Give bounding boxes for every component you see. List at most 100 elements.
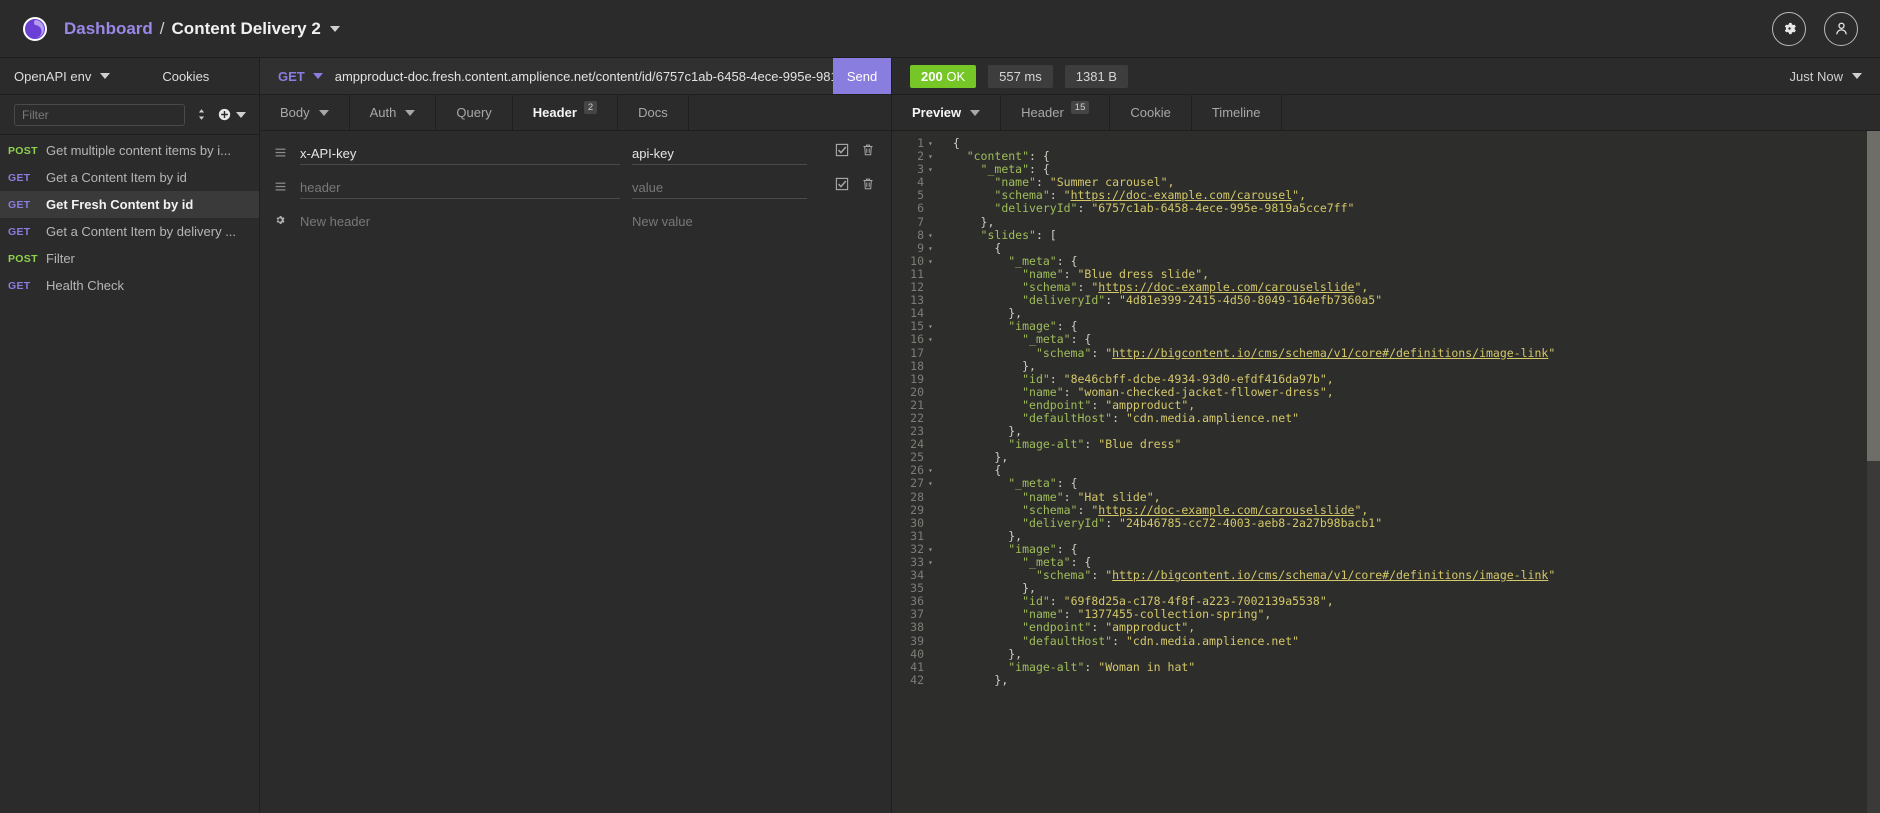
json-url-link[interactable]: http://bigcontent.io/cms/schema/v1/core#…: [1112, 346, 1548, 360]
json-url-link[interactable]: https://doc-example.com/carousel: [1071, 188, 1293, 202]
account-button[interactable]: [1824, 11, 1858, 46]
header-key-input[interactable]: header: [300, 173, 620, 199]
line-number: 41: [910, 659, 924, 674]
json-string: "1377455-collection-spring",: [1077, 607, 1272, 622]
tab-timeline[interactable]: Timeline: [1192, 95, 1282, 130]
list-item-label: Get multiple content items by i...: [46, 143, 231, 158]
json-url-link[interactable]: https://doc-example.com/carouselslide: [1098, 503, 1354, 517]
tab-preview[interactable]: Preview: [892, 95, 1002, 130]
json-punct: {: [994, 463, 1002, 478]
sort-updown-icon[interactable]: [195, 107, 208, 122]
trash-icon[interactable]: [861, 177, 875, 196]
fold-toggle-icon[interactable]: ▾: [928, 464, 939, 477]
json-url-link[interactable]: https://doc-example.com/carouselslide: [1098, 280, 1354, 294]
json-key: "endpoint": [1022, 397, 1092, 412]
tab-header[interactable]: Header 2: [512, 95, 619, 130]
add-request-button[interactable]: [218, 108, 246, 121]
fold-toggle-icon[interactable]: ▾: [928, 255, 939, 268]
drag-handle-icon[interactable]: [274, 146, 300, 159]
list-item[interactable]: GET Health Check: [0, 272, 259, 299]
status-text: OK: [946, 68, 966, 84]
tab-auth[interactable]: Auth: [350, 95, 437, 130]
tab-response-header-badge: 15: [1070, 101, 1090, 114]
json-string: "Woman in hat": [1098, 659, 1196, 674]
list-item-selected[interactable]: GET Get Fresh Content by id: [0, 191, 259, 218]
checkbox-checked-icon[interactable]: [835, 177, 849, 196]
method-selector[interactable]: GET: [260, 58, 335, 94]
line-number: 27: [910, 476, 924, 491]
list-item[interactable]: POST Get multiple content items by i...: [0, 137, 259, 164]
url-input[interactable]: ampproduct-doc.fresh.content.amplience.n…: [335, 58, 833, 94]
fold-toggle-icon[interactable]: ▾: [928, 333, 939, 346]
json-string: ",: [1292, 188, 1306, 203]
tab-query[interactable]: Query: [436, 95, 513, 130]
header-value-input[interactable]: api-key: [632, 139, 807, 165]
trash-icon[interactable]: [861, 143, 875, 162]
send-button[interactable]: Send: [833, 58, 891, 94]
header-value-input[interactable]: value: [632, 173, 807, 199]
code-line: 41 "image-alt": "Woman in hat": [892, 659, 1880, 674]
new-header-value-input[interactable]: New value: [632, 207, 807, 233]
breadcrumb-current[interactable]: Content Delivery 2: [172, 19, 321, 39]
fold-toggle-icon[interactable]: ▾: [928, 477, 939, 490]
new-header-key-input[interactable]: New header: [300, 207, 620, 233]
header-row: x-API-key api-key: [260, 135, 891, 169]
fold-toggle-icon[interactable]: ▾: [928, 543, 939, 556]
tab-cookie[interactable]: Cookie: [1110, 95, 1192, 130]
fold-toggle-icon[interactable]: ▾: [928, 150, 939, 163]
fold-toggle-icon[interactable]: ▾: [928, 242, 939, 255]
breadcrumb-dashboard-link[interactable]: Dashboard: [64, 19, 153, 39]
header-key-input[interactable]: x-API-key: [300, 139, 620, 165]
request-pane: GET ampproduct-doc.fresh.content.amplien…: [260, 58, 892, 813]
json-key: "slides": [980, 227, 1036, 242]
chevron-down-icon[interactable]: [329, 25, 340, 32]
list-item[interactable]: GET Get a Content Item by delivery ...: [0, 218, 259, 245]
line-number: 16: [910, 332, 924, 347]
fold-toggle-icon[interactable]: ▾: [928, 229, 939, 242]
json-punct: :: [1112, 633, 1126, 648]
json-punct: :: [1049, 371, 1064, 386]
list-item[interactable]: GET Get a Content Item by id: [0, 164, 259, 191]
breadcrumb: Dashboard / Content Delivery 2: [64, 19, 340, 39]
tab-response-header[interactable]: Header 15: [1001, 95, 1111, 130]
json-key: "schema": [1022, 280, 1078, 295]
line-number: 38: [910, 620, 924, 635]
tab-docs[interactable]: Docs: [618, 95, 689, 130]
json-key: "schema": [994, 188, 1050, 203]
scrollbar-thumb[interactable]: [1867, 131, 1880, 461]
json-punct: :: [1077, 280, 1092, 295]
environment-selector[interactable]: OpenAPI env: [14, 69, 111, 84]
fold-toggle-icon[interactable]: ▾: [928, 137, 939, 150]
gear-icon[interactable]: [274, 214, 300, 226]
drag-handle-icon[interactable]: [274, 180, 300, 193]
tab-docs-label: Docs: [638, 105, 668, 120]
checkbox-checked-icon[interactable]: [835, 143, 849, 162]
list-item-label: Filter: [46, 251, 75, 266]
fold-toggle-icon[interactable]: ▾: [928, 320, 939, 333]
json-punct: : {: [1056, 253, 1078, 268]
vertical-scrollbar[interactable]: [1867, 131, 1880, 813]
json-punct: :: [1063, 607, 1078, 622]
cookies-button[interactable]: Cookies: [162, 69, 209, 84]
json-punct: :: [1091, 345, 1106, 360]
line-number: 6: [917, 201, 924, 216]
response-history-selector[interactable]: Just Now: [1790, 69, 1862, 84]
settings-button[interactable]: [1772, 11, 1806, 46]
list-item[interactable]: POST Filter: [0, 245, 259, 272]
json-key: "defaultHost": [1022, 633, 1113, 648]
tab-body[interactable]: Body: [260, 95, 350, 130]
filter-input[interactable]: [14, 103, 185, 126]
json-viewer[interactable]: 1 ▾ {2 ▾ "content": {3 ▾ "_meta": {4 "name"…: [892, 131, 1880, 813]
json-key: "name": [1022, 607, 1064, 622]
json-url-link[interactable]: http://bigcontent.io/cms/schema/v1/core#…: [1112, 568, 1548, 582]
code-line: 24 "image-alt": "Blue dress": [892, 438, 1880, 451]
response-pane: 200 OK 557 ms 1381 B Just Now Preview He…: [892, 58, 1880, 813]
fold-toggle-icon[interactable]: ▾: [928, 556, 939, 569]
fold-toggle-icon[interactable]: ▾: [928, 163, 939, 176]
